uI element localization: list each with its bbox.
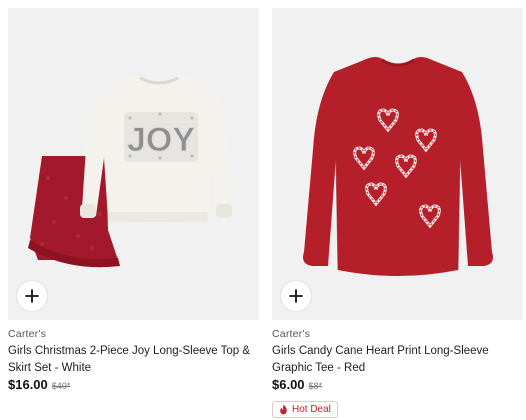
add-to-cart-button[interactable] <box>281 281 311 311</box>
product-image[interactable] <box>272 8 523 320</box>
flame-icon <box>280 404 287 415</box>
sale-price: $16.00 <box>8 377 48 392</box>
plus-icon <box>289 289 303 303</box>
product-title[interactable]: Girls Christmas 2-Piece Joy Long-Sleeve … <box>8 343 259 377</box>
hot-deal-label: Hot Deal <box>292 404 331 415</box>
add-to-cart-button[interactable] <box>17 281 47 311</box>
brand-name: Carter's <box>272 328 311 340</box>
joy-graphic-text: JOY <box>127 121 195 159</box>
product-image[interactable]: JOY <box>8 8 259 320</box>
candy-cane-tee-image <box>303 57 493 276</box>
price-row: $16.00 $40* <box>8 377 259 392</box>
price-row: $6.00 $8* <box>272 377 523 392</box>
plus-icon <box>25 289 39 303</box>
original-price: $8* <box>308 381 323 391</box>
product-title[interactable]: Girls Candy Cane Heart Print Long-Sleeve… <box>272 343 523 377</box>
brand-name: Carter's <box>8 328 47 340</box>
product-card[interactable]: JOY Carter's Girls Christmas 2-Piece Joy… <box>8 8 259 392</box>
product-card[interactable]: Carter's Girls Candy Cane Heart Print Lo… <box>272 8 523 420</box>
sale-price: $6.00 <box>272 377 305 392</box>
joy-set-image: JOY <box>28 75 232 268</box>
hot-deal-badge: Hot Deal <box>272 401 338 418</box>
original-price: $40* <box>51 381 71 391</box>
